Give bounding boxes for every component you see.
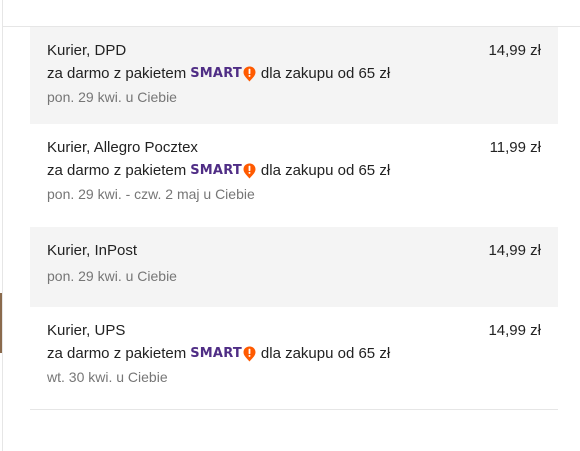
smart-promo: za darmo z pakietem SMART dla zakupu od … [47,345,541,362]
smart-logo: SMART [190,65,256,82]
delivery-option-inpost[interactable]: Kurier, InPost 14,99 zł pon. 29 kwi. u C… [30,227,558,307]
carrier-name: Kurier, Allegro Pocztex [47,139,198,156]
smart-exclamation-icon [243,346,256,361]
delivery-option-ups[interactable]: Kurier, UPS 14,99 zł za darmo z pakietem… [30,307,558,391]
delivery-price: 14,99 zł [488,242,541,259]
smart-logo: SMART [190,162,256,179]
promo-prefix: za darmo z pakietem [47,162,187,179]
delivery-option-allegro-pocztex[interactable]: Kurier, Allegro Pocztex 11,99 zł za darm… [30,124,558,227]
delivery-date: pon. 29 kwi. - czw. 2 maj u Ciebie [47,186,255,202]
delivery-price: 14,99 zł [488,42,541,59]
delivery-price: 11,99 zł [489,139,541,156]
smart-logo-text: SMART [190,163,242,178]
delivery-option-dpd[interactable]: Kurier, DPD 14,99 zł za darmo z pakietem… [30,27,558,124]
smart-promo: za darmo z pakietem SMART dla zakupu od … [47,162,541,179]
promo-suffix: dla zakupu od 65 zł [260,65,391,82]
smart-exclamation-icon [243,163,256,178]
promo-suffix: dla zakupu od 65 zł [260,345,391,362]
smart-logo: SMART [190,345,256,362]
smart-logo-text: SMART [190,66,242,81]
delivery-price: 14,99 zł [488,322,541,339]
smart-logo-text: SMART [190,346,242,361]
promo-suffix: dla zakupu od 65 zł [260,162,391,179]
smart-promo: za darmo z pakietem SMART dla zakupu od … [47,65,541,82]
carrier-name: Kurier, InPost [47,242,138,259]
smart-exclamation-icon [243,66,256,81]
delivery-date: pon. 29 kwi. u Ciebie [47,268,177,284]
promo-prefix: za darmo z pakietem [47,345,187,362]
list-bottom-divider [30,409,558,410]
delivery-options-list: Kurier, DPD 14,99 zł za darmo z pakietem… [30,27,558,410]
delivery-date: wt. 30 kwi. u Ciebie [47,369,168,385]
delivery-options-panel: Kurier, DPD 14,99 zł za darmo z pakietem… [2,0,580,451]
panel-top-bar [3,0,580,27]
carrier-name: Kurier, UPS [47,322,126,339]
carrier-name: Kurier, DPD [47,42,127,59]
promo-prefix: za darmo z pakietem [47,65,187,82]
delivery-date: pon. 29 kwi. u Ciebie [47,89,177,105]
